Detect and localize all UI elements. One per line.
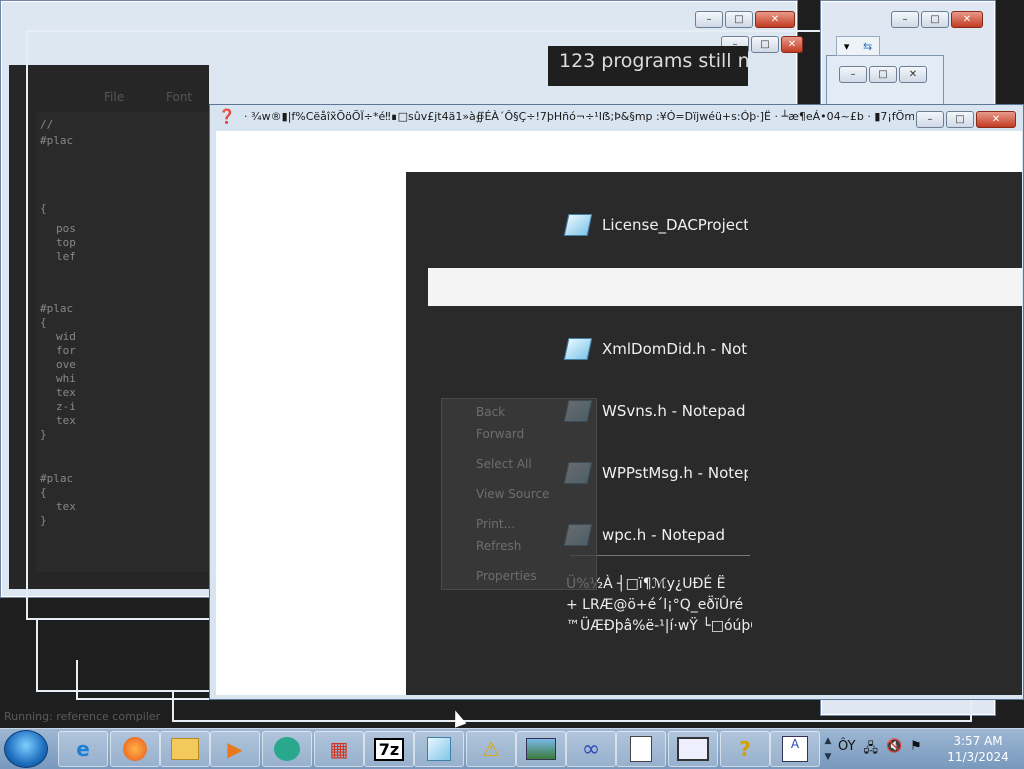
folder-icon [171,738,199,760]
small-caption-buttons: – □ ✕ [839,66,927,83]
maximize-icon[interactable]: □ [725,11,753,28]
taskbar-media-player[interactable]: ▶ [210,731,260,767]
text-editor-icon: A [782,736,808,762]
menu-item-select-all[interactable]: Select All [476,457,532,471]
maximize-icon[interactable]: □ [921,11,949,28]
warning-icon: ⚠ [482,737,500,761]
taskbar-firefox[interactable] [110,731,160,767]
separator [570,555,750,556]
main-window-title: · ¾w®▮|f%Cëåîx͂ÕöÕÏ÷*é‼∎□sûv£jt4ä1»à∯ÉÀ´… [244,110,914,123]
nav-controls: ▾ ⇆ [836,36,880,56]
main-caption-buttons: – □ ✕ [916,111,1016,128]
programs-status-text: 123 programs still n [559,50,750,72]
main-client-area: License_DACProjectS XmlDomDid.h - Note W… [216,131,1022,695]
garbled-line: ™ÜÆÐþâ%ë-¹|í·wŸ └□óúþC [566,618,752,634]
menu-item-back[interactable]: Back [476,405,505,419]
code-area[interactable]: // #plac { pos top lef #plac { wid for o… [36,112,216,572]
clock-time: 3:57 AM [953,734,1003,748]
maximize-icon[interactable]: □ [869,66,897,83]
taskbar-notepad[interactable] [414,731,464,767]
garbled-line: + LRÆ@ö+é´l¡°Q_eð̈ïÛré [566,597,744,613]
selection-strip[interactable] [428,268,1022,306]
chat-bubble-icon [274,737,300,761]
menu-item-refresh[interactable]: Refresh [476,539,521,553]
minimize-icon[interactable]: – [916,111,944,128]
programs-panel: 123 programs still n [548,46,750,86]
editor-caption-buttons: – □ ✕ [695,11,795,28]
taskbar-window[interactable] [668,731,718,767]
7zip-icon: 7z [373,737,405,761]
dropdown-icon[interactable]: ▾ [844,40,850,53]
minimize-icon[interactable]: – [695,11,723,28]
taskbar-document[interactable] [616,731,666,767]
media-player-icon: ▶ [227,737,243,761]
internet-explorer-icon: e [76,737,90,761]
list-item[interactable]: License_DACProjectS [564,212,748,238]
close-icon[interactable]: ✕ [899,66,927,83]
language-indicator[interactable]: ÔY [838,739,855,761]
right-caption-buttons: – □ ✕ [891,11,983,28]
minimize-icon[interactable]: – [891,11,919,28]
close-icon[interactable]: ✕ [976,111,1016,128]
clock[interactable]: 3:57 AM 11/3/2024 [936,733,1020,765]
document-icon [630,736,652,762]
taskbar-infinity[interactable]: ∞ [566,731,616,767]
notepad-icon [564,212,592,238]
taskbar-paint[interactable]: ▦ [314,731,364,767]
notepad-icon [427,737,451,761]
taskbar-app[interactable] [262,731,312,767]
action-center-flag-icon[interactable]: ⚑ [910,739,922,761]
picture-icon [526,738,556,760]
taskbar-7zip[interactable]: 7z [364,731,414,767]
volume-muted-icon[interactable]: 🔇 [886,739,902,761]
menu-item-properties[interactable]: Properties [476,569,537,583]
window-icon [677,737,709,761]
menu-font[interactable]: Font [166,90,192,104]
context-menu[interactable]: Back Forward Select All View Source Prin… [441,398,597,590]
start-button[interactable] [4,730,48,768]
menu-item-view-source[interactable]: View Source [476,487,550,501]
taskbar: e ▶ ▦ 7z ⚠ ∞ ? A ▲ ▼ ÔY 🖧 🔇 ⚑ 3:57 AM 11/… [0,728,1024,769]
taskbar-ie[interactable]: e [58,731,108,767]
menu-item-print[interactable]: Print... [476,517,515,531]
close-icon[interactable]: ✕ [951,11,983,28]
menu-file[interactable]: File [104,90,124,104]
taskbar-image-viewer[interactable] [516,731,566,767]
taskbar-scroll[interactable]: ▲ ▼ [822,733,834,765]
maximize-icon[interactable]: □ [946,111,974,128]
paint-icon: ▦ [329,737,349,761]
taskbar-text-editor[interactable]: A [770,731,820,767]
close-icon[interactable]: ✕ [755,11,795,28]
menu-item-forward[interactable]: Forward [476,427,524,441]
taskbar-help[interactable]: ? [720,731,770,767]
firefox-icon [123,737,147,761]
taskbar-warning[interactable]: ⚠ [466,731,516,767]
refresh-icon[interactable]: ⇆ [863,40,872,53]
network-icon[interactable]: 🖧 [863,739,878,761]
close-icon[interactable]: ✕ [781,36,803,53]
list-item[interactable]: XmlDomDid.h - Note [564,336,748,362]
notepad-icon [564,336,592,362]
clock-date: 11/3/2024 [947,750,1009,764]
maximize-icon[interactable]: □ [751,36,779,53]
minimize-icon[interactable]: – [839,66,867,83]
help-window-icon: ❓ [218,109,236,125]
status-bar-text: Running: reference compiler [4,710,161,723]
system-tray: ÔY 🖧 🔇 ⚑ [838,739,922,761]
infinity-icon: ∞ [581,736,601,762]
background-window-small[interactable]: – □ ✕ [826,55,944,105]
help-icon: ? [739,737,751,761]
main-window[interactable]: ❓ · ¾w®▮|f%Cëåîx͂ÕöÕÏ÷*é‼∎□sûv£jt4ä1»à∯É… [209,104,1024,700]
taskbar-explorer[interactable] [160,731,210,767]
